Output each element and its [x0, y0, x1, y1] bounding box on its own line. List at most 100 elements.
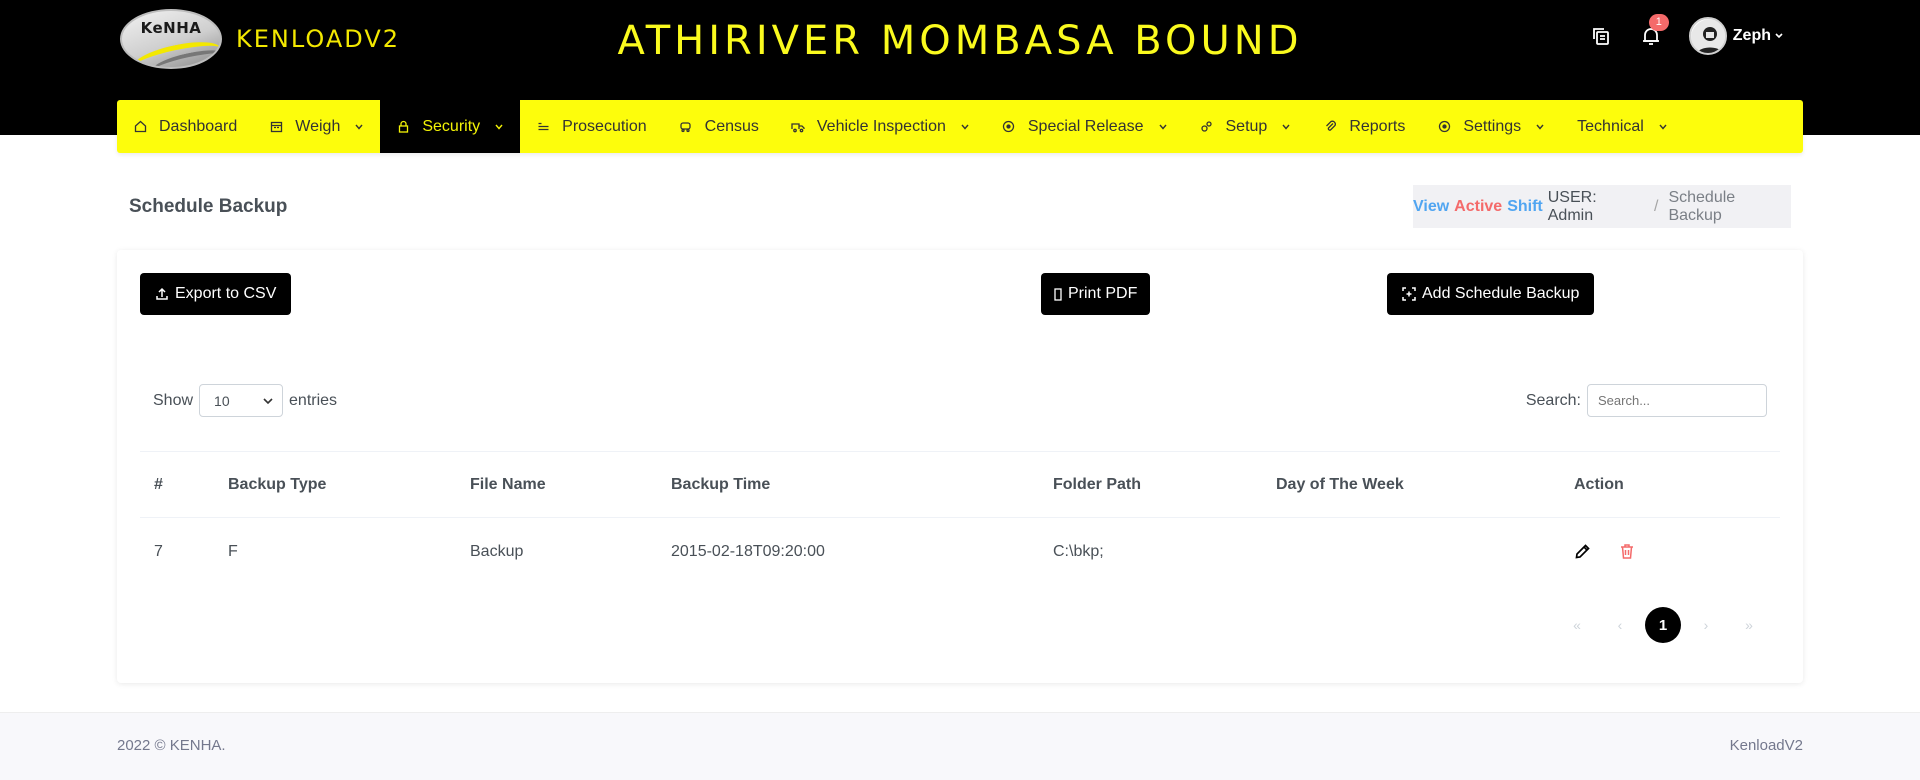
col-folder-path[interactable]: Folder Path	[1039, 451, 1262, 518]
nav-dashboard[interactable]: Dashboard	[117, 100, 253, 153]
col-backup-type[interactable]: Backup Type	[214, 451, 456, 518]
export-csv-button[interactable]: Export to CSV	[140, 273, 292, 315]
cell-file-name: Backup	[456, 517, 657, 586]
nav-label: Setup	[1225, 117, 1268, 135]
page-next[interactable]: ›	[1688, 607, 1724, 643]
breadcrumb-separator: /	[1654, 197, 1659, 215]
active-label[interactable]: Active	[1454, 198, 1502, 216]
col-day-of-week[interactable]: Day of The Week	[1262, 451, 1560, 518]
paperclip-icon	[1323, 120, 1337, 134]
circle-dot-icon	[1437, 120, 1451, 134]
cell-day-of-week	[1262, 517, 1560, 586]
search-control: Search:	[1526, 384, 1767, 417]
page-last[interactable]: »	[1731, 607, 1767, 643]
nav-special-release[interactable]: Special Release	[986, 100, 1184, 153]
nav-label: Weigh	[295, 117, 341, 135]
calendar-icon	[269, 120, 283, 134]
add-icon	[1402, 287, 1416, 301]
file-icon	[1054, 287, 1062, 301]
nav-vehicle-inspection[interactable]: Vehicle Inspection	[775, 100, 986, 153]
chevron-down-icon	[494, 122, 504, 132]
notification-bell[interactable]: 1	[1631, 14, 1671, 56]
col-number[interactable]: #	[140, 451, 214, 518]
col-file-name[interactable]: File Name	[456, 451, 657, 518]
nav-weigh[interactable]: Weigh	[253, 100, 380, 153]
page-current[interactable]: 1	[1645, 607, 1681, 643]
search-input[interactable]	[1587, 384, 1767, 417]
nav-prosecution[interactable]: Prosecution	[520, 100, 663, 153]
cell-backup-type: F	[214, 517, 456, 586]
footer: 2022 © KENHA. KenloadV2	[0, 712, 1920, 780]
page-prev[interactable]: ‹	[1602, 607, 1638, 643]
show-label: Show	[153, 391, 194, 409]
entries-select[interactable]: 10	[199, 384, 284, 417]
col-action: Action	[1560, 451, 1780, 518]
entries-value: 10	[214, 392, 230, 409]
export-csv-label: Export to CSV	[175, 285, 277, 302]
list-icon	[536, 120, 550, 134]
print-pdf-button[interactable]: Print PDF	[1041, 273, 1151, 315]
main-nav: Dashboard Weigh Security Prosecution Cen…	[117, 100, 1803, 153]
nav-census[interactable]: Census	[663, 100, 775, 153]
header-actions: 1 Zeph	[1571, 14, 1784, 56]
chevron-down-icon	[960, 122, 970, 132]
nav-settings[interactable]: Settings	[1421, 100, 1561, 153]
truck-icon	[791, 120, 805, 134]
add-schedule-backup-label: Add Schedule Backup	[1422, 285, 1580, 302]
breadcrumb-current: Schedule Backup	[1668, 188, 1736, 224]
nav-label: Prosecution	[562, 117, 647, 135]
table-row: 7 F Backup 2015-02-18T09:20:00 C:\bkp;	[140, 517, 1780, 586]
nav-label: Technical	[1577, 117, 1644, 135]
user-name: Zeph	[1732, 27, 1771, 44]
chevron-down-icon	[1535, 122, 1545, 132]
breadcrumb: View Active Shift USER: Admin / Schedule…	[1413, 185, 1791, 228]
chevron-down-icon	[354, 122, 364, 132]
chevron-down-icon	[1281, 122, 1291, 132]
backup-table: # Backup Type File Name Backup Time Fold…	[140, 451, 1780, 586]
nav-technical[interactable]: Technical	[1561, 100, 1684, 153]
col-backup-time[interactable]: Backup Time	[657, 451, 1039, 518]
lock-icon	[396, 120, 410, 134]
entries-label: entries	[289, 391, 338, 409]
breadcrumb-user[interactable]: USER: Admin	[1548, 189, 1644, 225]
footer-app-name: KenloadV2	[1729, 737, 1803, 754]
nav-label: Settings	[1463, 117, 1522, 135]
add-schedule-backup-button[interactable]: Add Schedule Backup	[1387, 273, 1595, 315]
view-active-shift-link[interactable]: View	[1413, 198, 1449, 216]
home-icon	[133, 120, 147, 134]
chevron-down-icon	[263, 397, 273, 404]
user-menu[interactable]: Zeph	[1688, 17, 1784, 55]
nav-reports[interactable]: Reports	[1307, 100, 1421, 153]
nav-label: Special Release	[1027, 117, 1144, 135]
fullscreen-icon[interactable]	[1581, 16, 1621, 56]
nav-label: Dashboard	[159, 117, 238, 135]
page-title: Schedule Backup	[129, 196, 288, 217]
chevron-down-icon	[1775, 33, 1783, 39]
chevron-down-icon	[1158, 122, 1168, 132]
page-first[interactable]: «	[1559, 607, 1595, 643]
nav-label: Reports	[1349, 117, 1406, 135]
cell-folder-path: C:\bkp;	[1039, 517, 1262, 586]
search-label: Search:	[1525, 391, 1581, 409]
nav-setup[interactable]: Setup	[1184, 100, 1308, 153]
delete-icon[interactable]	[1619, 543, 1635, 560]
nav-security[interactable]: Security	[380, 100, 521, 153]
circle-dot-icon	[1002, 120, 1016, 134]
nav-label: Vehicle Inspection	[816, 117, 946, 135]
chevron-down-icon	[1658, 122, 1668, 132]
upload-icon	[155, 287, 169, 301]
table-header-row: # Backup Type File Name Backup Time Fold…	[140, 451, 1780, 518]
avatar	[1688, 17, 1727, 55]
notification-badge: 1	[1648, 14, 1669, 31]
cell-backup-time: 2015-02-18T09:20:00	[657, 517, 1039, 586]
shift-label[interactable]: Shift	[1507, 198, 1543, 216]
footer-copyright: 2022 © KENHA.	[117, 737, 226, 754]
pagination: « ‹ 1 › »	[1552, 607, 1767, 643]
nav-label: Security	[422, 117, 481, 135]
entries-control: Show 10 entries	[153, 384, 337, 417]
print-pdf-label: Print PDF	[1068, 285, 1138, 302]
schedule-backup-card: Export to CSV Print PDF Add Schedule Bac…	[117, 250, 1803, 683]
edit-icon[interactable]	[1574, 543, 1591, 560]
gears-icon	[1200, 120, 1214, 134]
nav-label: Census	[704, 117, 759, 135]
